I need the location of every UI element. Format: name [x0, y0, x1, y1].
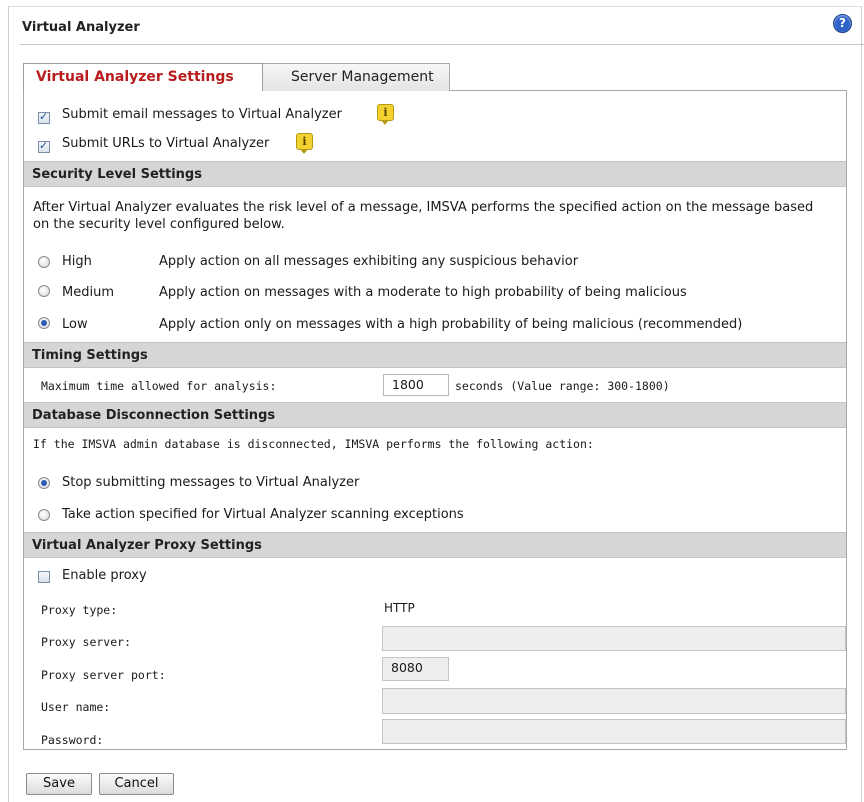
- submit-email-checkbox[interactable]: [38, 110, 50, 124]
- security-low-radio[interactable]: [38, 317, 50, 329]
- submit-urls-checkbox[interactable]: [38, 139, 50, 153]
- tab-server-management[interactable]: Server Management: [258, 63, 450, 91]
- enable-proxy-checkbox[interactable]: [38, 571, 50, 583]
- info-icon[interactable]: i: [296, 133, 313, 154]
- user-name-label: User name:: [41, 700, 111, 714]
- user-name-input[interactable]: [382, 688, 846, 714]
- title-divider: [20, 44, 864, 45]
- security-level-heading: Security Level Settings: [24, 161, 846, 187]
- security-description: After Virtual Analyzer evaluates the ris…: [33, 200, 814, 232]
- password-input[interactable]: [382, 719, 846, 744]
- enable-proxy-label: Enable proxy: [62, 568, 147, 583]
- proxy-port-input[interactable]: 8080: [382, 657, 449, 681]
- security-low-label: Low: [62, 317, 88, 332]
- proxy-type-value: HTTP: [384, 601, 415, 615]
- database-heading: Database Disconnection Settings: [24, 402, 846, 428]
- timing-heading: Timing Settings: [24, 342, 846, 368]
- proxy-heading: Virtual Analyzer Proxy Settings: [24, 532, 846, 558]
- proxy-port-label: Proxy server port:: [41, 668, 166, 682]
- save-button[interactable]: Save: [26, 773, 92, 795]
- proxy-type-label: Proxy type:: [41, 603, 118, 617]
- security-high-label: High: [62, 254, 92, 269]
- password-label: Password:: [41, 733, 104, 747]
- security-high-radio[interactable]: [38, 256, 50, 268]
- tab-server-management-label: Server Management: [291, 69, 434, 85]
- database-exception-label: Take action specified for Virtual Analyz…: [62, 507, 464, 522]
- proxy-server-input[interactable]: [382, 626, 846, 651]
- database-description: If the IMSVA admin database is disconnec…: [33, 437, 594, 451]
- tab-virtual-analyzer-settings-label: Virtual Analyzer Settings: [36, 69, 234, 85]
- security-medium-radio[interactable]: [38, 285, 50, 297]
- security-medium-description: Apply action on messages with a moderate…: [159, 285, 687, 300]
- page-title: Virtual Analyzer: [22, 20, 140, 35]
- database-exception-radio[interactable]: [38, 509, 50, 521]
- security-high-description: Apply action on all messages exhibiting …: [159, 254, 579, 269]
- database-stop-label: Stop submitting messages to Virtual Anal…: [62, 475, 360, 490]
- settings-panel: Submit email messages to Virtual Analyze…: [23, 90, 847, 750]
- help-icon[interactable]: ?: [833, 14, 852, 33]
- tab-virtual-analyzer-settings[interactable]: Virtual Analyzer Settings: [23, 63, 263, 91]
- cancel-button[interactable]: Cancel: [99, 773, 174, 795]
- submit-email-label: Submit email messages to Virtual Analyze…: [62, 107, 342, 122]
- info-icon[interactable]: i: [377, 104, 394, 125]
- security-low-description: Apply action only on messages with a hig…: [159, 317, 743, 332]
- submit-urls-label: Submit URLs to Virtual Analyzer: [62, 136, 270, 151]
- security-medium-label: Medium: [62, 285, 114, 300]
- timing-suffix: seconds (Value range: 300-1800): [455, 379, 670, 393]
- database-stop-radio[interactable]: [38, 477, 50, 489]
- timing-seconds-input[interactable]: 1800: [383, 374, 449, 396]
- timing-label: Maximum time allowed for analysis:: [41, 379, 277, 393]
- proxy-server-label: Proxy server:: [41, 635, 132, 649]
